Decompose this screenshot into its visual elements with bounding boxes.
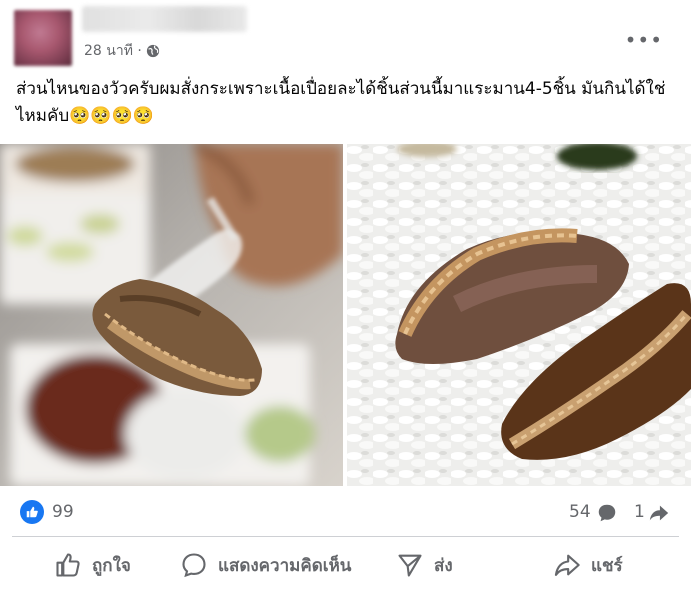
- like-button[interactable]: ถูกใจ: [54, 550, 131, 580]
- send-icon: [398, 554, 422, 577]
- action-bar: ถูกใจ แสดงความคิดเห็น ส่ง แชร์: [0, 540, 691, 590]
- share-count[interactable]: 1: [634, 502, 645, 522]
- photo-right[interactable]: [347, 144, 691, 486]
- thumbs-up-icon: [56, 553, 80, 577]
- comment-icon[interactable]: [596, 502, 618, 524]
- post-card: 28 นาที · ••• ส่วนไหนของวัวครับผมสั่งกระ…: [0, 0, 691, 594]
- like-label: ถูกใจ: [92, 555, 131, 576]
- like-reaction-icon[interactable]: [20, 500, 44, 524]
- reaction-count[interactable]: 99: [52, 502, 74, 522]
- post-meta: 28 นาที ·: [84, 40, 160, 62]
- post-text: ส่วนไหนของวัวครับผมสั่งกระเพราะเนื้อเปื่…: [16, 79, 666, 126]
- comment-bubble-icon: [182, 553, 206, 578]
- photo-grid: [0, 144, 691, 486]
- share-icon[interactable]: [648, 502, 670, 524]
- globe-icon: [146, 44, 159, 58]
- send-button[interactable]: ส่ง: [396, 550, 453, 580]
- post-header: 28 นาที · •••: [0, 0, 691, 70]
- author-name-blurred[interactable]: [82, 6, 247, 32]
- comment-label: แสดงความคิดเห็น: [218, 555, 352, 576]
- send-label: ส่ง: [434, 555, 453, 576]
- comment-count[interactable]: 54: [569, 502, 591, 522]
- comment-button[interactable]: แสดงความคิดเห็น: [180, 550, 351, 580]
- share-button[interactable]: แชร์: [553, 550, 623, 580]
- reaction-bar: 99 54 1: [0, 496, 691, 532]
- post-time[interactable]: 28 นาที ·: [84, 40, 142, 62]
- divider: [12, 536, 679, 537]
- more-options-icon[interactable]: •••: [625, 28, 663, 52]
- avatar[interactable]: [14, 10, 72, 66]
- share-arrow-icon: [554, 554, 580, 576]
- photo-left[interactable]: [0, 144, 343, 486]
- share-label: แชร์: [591, 555, 623, 576]
